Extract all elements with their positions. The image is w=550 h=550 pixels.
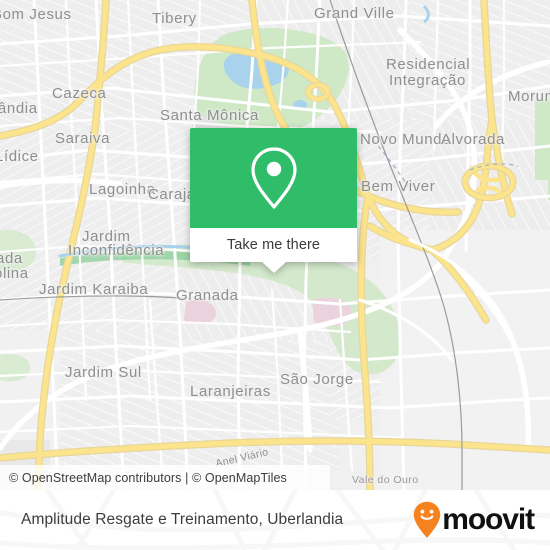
location-popup[interactable]: Take me there [190, 128, 357, 273]
bottom-bar: Amplitude Resgate e Treinamento, Uberlan… [0, 490, 550, 550]
moovit-smiley-pin-icon [414, 501, 441, 538]
take-me-there-label: Take me there [226, 237, 321, 253]
map-screenshot-page: Bom JesusTiberyGrand VilleResidencialInt… [0, 0, 550, 550]
take-me-there-button[interactable]: Take me there [190, 228, 357, 273]
map-pin-icon [250, 147, 297, 209]
moovit-wordmark: moovit [442, 503, 535, 536]
place-title: Amplitude Resgate e Treinamento, Uberlan… [21, 511, 344, 528]
map-view[interactable]: Bom JesusTiberyGrand VilleResidencialInt… [0, 0, 550, 490]
popup-tail [261, 262, 286, 273]
moovit-logo[interactable]: moovit [413, 501, 535, 539]
popup-header [190, 128, 357, 228]
map-attribution: © OpenStreetMap contributors | © OpenMap… [0, 465, 330, 490]
attribution-text: © OpenStreetMap contributors | © OpenMap… [9, 470, 287, 485]
